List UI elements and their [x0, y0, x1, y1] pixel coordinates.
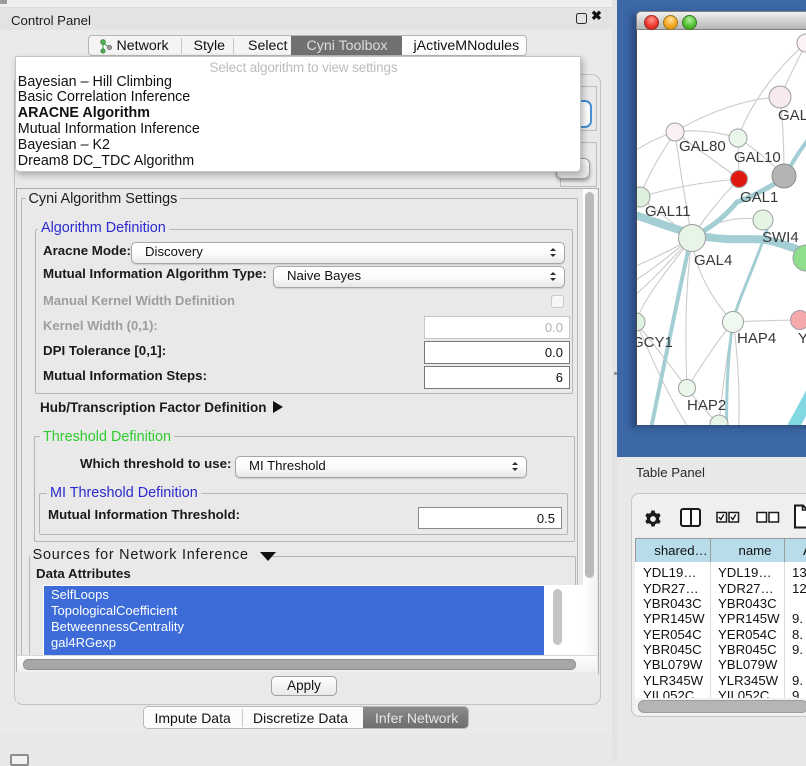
- svg-text:GAL1: GAL1: [740, 189, 778, 206]
- svg-text:GAL4: GAL4: [694, 252, 732, 269]
- svg-text:GAL2: GAL2: [778, 107, 806, 124]
- svg-text:GAL80: GAL80: [679, 138, 726, 155]
- svg-text:GAL10: GAL10: [734, 149, 781, 166]
- svg-text:SWI4: SWI4: [762, 229, 799, 246]
- svg-text:HAP4: HAP4: [737, 330, 776, 347]
- svg-text:Y: Y: [798, 330, 806, 347]
- svg-text:HAP2: HAP2: [687, 397, 726, 414]
- svg-text:GCY1: GCY1: [637, 334, 673, 351]
- svg-text:GAL11: GAL11: [645, 203, 691, 220]
